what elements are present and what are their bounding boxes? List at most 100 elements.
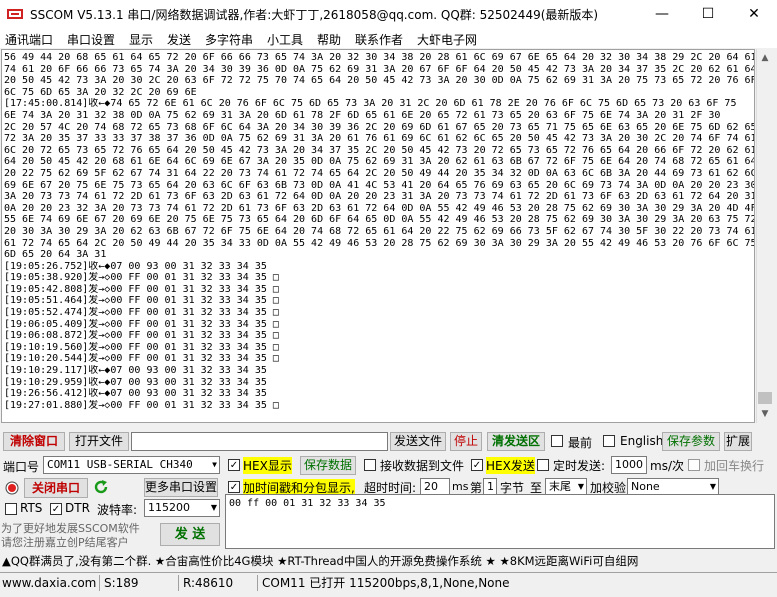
receive-line: 6C 75 6D 65 3A 20 32 2C 20 69 6E [4, 86, 197, 98]
receive-line: 74 61 20 6F 66 66 73 65 74 3A 20 34 30 3… [4, 63, 754, 75]
hex-display-checkbox[interactable]: ✓ [228, 459, 240, 471]
receive-scrollbar[interactable] [756, 49, 774, 423]
menu-contact[interactable]: 联系作者 [355, 31, 403, 48]
baud-label: 波特率: [97, 503, 138, 517]
hex-send-checkbox[interactable]: ✓ [471, 459, 483, 471]
port-status-icon [5, 481, 19, 495]
send-button[interactable]: 发 送 [160, 523, 220, 546]
add-crlf-checkbox[interactable] [688, 459, 700, 471]
baud-select[interactable]: 115200 ▼ [144, 499, 220, 517]
menu-daxia-site[interactable]: 大虾电子网 [417, 31, 477, 48]
receive-line: 61 72 74 65 64 2C 20 50 49 44 20 35 34 3… [4, 237, 754, 249]
app-icon [7, 9, 23, 19]
menu-help[interactable]: 帮助 [317, 31, 341, 48]
interval-unit-label: ms/次 [650, 459, 684, 473]
open-file-button[interactable]: 打开文件 [69, 432, 129, 451]
timed-send-checkbox[interactable] [537, 459, 549, 471]
status-port-state: COM11 已打开 115200bps,8,1,None,None [257, 575, 510, 591]
receive-line: 6C 20 72 65 73 65 72 76 65 64 20 50 45 4… [4, 144, 754, 156]
receive-line: [19:10:19.560]发→◇00 FF 00 01 31 32 33 34… [4, 341, 279, 353]
english-label: English [620, 434, 664, 448]
more-settings-button[interactable]: 更多串口设置 [144, 478, 218, 497]
recv-to-file-label: 接收数据到文件 [380, 459, 465, 473]
status-bar: www.daxia.com S:189 R:48610 COM11 已打开 11… [0, 572, 777, 592]
receive-line: [17:45:00.814]收←◆74 65 72 6E 61 6C 20 76… [4, 98, 737, 110]
chevron-down-icon: ▼ [709, 482, 716, 491]
hex-display-label: HEX显示 [243, 457, 292, 474]
receive-line: 20 22 75 62 69 5F 62 67 74 31 64 22 20 7… [4, 167, 754, 179]
receive-line: [19:05:38.920]发→◇00 FF 00 01 31 32 33 34… [4, 272, 279, 284]
minimize-button[interactable]: — [639, 0, 685, 28]
receive-line: 2C 20 57 4C 20 74 68 72 65 73 68 6F 6C 6… [4, 121, 754, 133]
receive-line: [19:05:26.752]收←◆07 00 93 00 31 32 33 34… [4, 260, 267, 272]
menu-tools[interactable]: 小工具 [267, 31, 303, 48]
receive-line: [19:05:52.474]发→◇00 FF 00 01 31 32 33 34… [4, 307, 279, 319]
english-checkbox[interactable] [603, 435, 615, 447]
menu-bar: 通讯端口 串口设置 显示 发送 多字符串 小工具 帮助 联系作者 大虾电子网 [0, 28, 777, 48]
refresh-icon[interactable] [93, 479, 109, 495]
menu-display[interactable]: 显示 [129, 31, 153, 48]
receive-line: 20 50 45 42 73 3A 20 30 2C 20 63 6F 72 7… [4, 75, 754, 87]
interval-input[interactable]: 1000 [611, 456, 647, 474]
receive-line: 6D 65 20 64 3A 31 [4, 249, 107, 261]
scroll-thumb[interactable] [758, 392, 772, 404]
timed-send-label: 定时发送: [553, 459, 606, 473]
status-site[interactable]: www.daxia.com [0, 575, 96, 591]
stop-button[interactable]: 停止 [450, 432, 482, 451]
rts-label: RTS [20, 501, 43, 515]
close-button[interactable]: ✕ [731, 0, 777, 28]
save-params-button[interactable]: 保存参数 [662, 432, 720, 451]
ticker-text[interactable]: ▲QQ群满员了,没有第二个群. ★合宙高性价比4G模块 ★RT-Thread中国… [2, 553, 638, 569]
menu-send[interactable]: 发送 [167, 31, 191, 48]
close-port-button[interactable]: 关闭串口 [24, 478, 88, 498]
topmost-checkbox[interactable] [551, 435, 563, 447]
expand-button[interactable]: 扩展 [724, 432, 752, 451]
topmost-label: 最前 [568, 436, 593, 450]
receive-line: 20 30 3A 30 29 3A 20 62 63 6B 67 72 6F 7… [4, 225, 754, 237]
maximize-icon: ☐ [701, 6, 715, 22]
file-path-input[interactable] [131, 432, 388, 451]
receive-line: [19:05:51.464]发→◇00 FF 00 01 31 32 33 34… [4, 295, 279, 307]
receive-line: 56 49 44 20 68 65 61 64 65 72 20 6F 66 6… [4, 52, 754, 63]
menu-serial-settings[interactable]: 串口设置 [67, 31, 115, 48]
chevron-down-icon: ▼ [212, 460, 217, 469]
scroll-down-icon[interactable]: ▼ [756, 406, 774, 422]
clear-window-button[interactable]: 清除窗口 [3, 432, 65, 451]
receive-line: [19:10:29.117]收←◆07 00 93 00 31 32 33 34… [4, 365, 267, 377]
send-input[interactable]: 00 ff 00 01 31 32 33 34 35 [225, 494, 775, 549]
recv-to-file-checkbox[interactable] [364, 459, 376, 471]
maximize-button[interactable]: ☐ [685, 0, 731, 28]
ticker-bar: ▲QQ群满员了,没有第二个群. ★合宙高性价比4G模块 ★RT-Thread中国… [0, 551, 777, 571]
clear-send-button[interactable]: 清发送区 [487, 432, 545, 451]
save-data-button[interactable]: 保存数据 [300, 456, 356, 475]
receive-line: [19:06:05.409]发→◇00 FF 00 01 31 32 33 34… [4, 318, 279, 330]
send-file-button[interactable]: 发送文件 [390, 432, 446, 451]
receive-line: 55 6E 74 69 6E 67 20 69 6E 20 75 6E 75 7… [4, 214, 754, 226]
receive-line: [19:26:56.412]收←◆07 00 93 00 31 32 33 34… [4, 388, 267, 400]
receive-line: [19:27:01.880]发→◇00 FF 00 01 31 32 33 34… [4, 399, 279, 411]
receive-line: [19:10:29.959]收←◆07 00 93 00 31 32 33 34… [4, 376, 267, 388]
port-label: 端口号 [3, 460, 40, 474]
hex-send-label: HEX发送 [486, 457, 535, 474]
dtr-label: DTR [65, 501, 90, 515]
menu-multi-string[interactable]: 多字符串 [205, 31, 253, 48]
dtr-checkbox[interactable]: ✓ [50, 503, 62, 515]
status-sent-count: S:189 [99, 575, 139, 591]
window-title: SSCOM V5.13.1 串口/网络数据调试器,作者:大虾丁丁,2618058… [30, 8, 599, 22]
chevron-down-icon: ▼ [577, 482, 584, 491]
receive-line: [19:05:42.808]发→◇00 FF 00 01 31 32 33 34… [4, 283, 279, 295]
receive-line: [19:10:20.544]发→◇00 FF 00 01 31 32 33 34… [4, 353, 279, 365]
menu-comm-port[interactable]: 通讯端口 [5, 31, 53, 48]
timeout-ms-label: ms [452, 480, 469, 493]
timestamp-checkbox[interactable]: ✓ [228, 481, 240, 493]
receive-line: 69 6E 67 20 75 6E 75 73 65 64 20 63 6C 6… [4, 179, 754, 191]
port-select[interactable]: COM11 USB-SERIAL CH340 ▼ [43, 456, 220, 474]
title-bar: SSCOM V5.13.1 串口/网络数据调试器,作者:大虾丁丁,2618058… [0, 0, 777, 28]
minimize-icon: — [655, 6, 669, 22]
receive-area[interactable]: 56 49 44 20 68 65 61 64 65 72 20 6F 66 6… [1, 49, 755, 423]
rts-checkbox[interactable] [5, 503, 17, 515]
receive-line: 0A 20 20 23 32 3A 20 73 73 74 61 72 2D 6… [4, 202, 754, 214]
receive-line: 6E 74 3A 20 31 32 38 0D 0A 75 62 69 31 3… [4, 109, 721, 121]
receive-line: 3A 20 73 73 74 61 72 2D 61 73 6F 63 2D 6… [4, 191, 754, 203]
scroll-up-icon[interactable]: ▲ [756, 50, 774, 66]
